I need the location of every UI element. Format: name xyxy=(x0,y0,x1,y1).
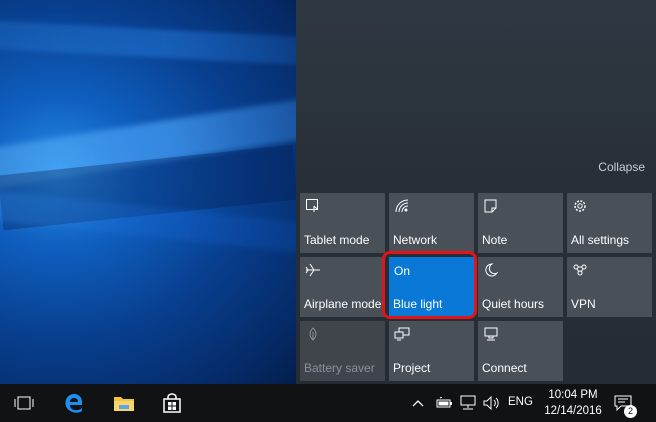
store-icon[interactable] xyxy=(152,384,192,422)
edge-icon[interactable] xyxy=(54,384,94,422)
collapse-link[interactable]: Collapse xyxy=(598,160,645,174)
network-tray-icon[interactable] xyxy=(458,384,478,422)
tile-label: All settings xyxy=(571,233,630,247)
tile-project[interactable]: Project xyxy=(389,321,474,381)
desktop-wallpaper xyxy=(0,0,296,384)
tile-vpn[interactable]: VPN xyxy=(567,257,652,317)
tile-label: Quiet hours xyxy=(482,297,545,311)
tile-connect[interactable]: Connect xyxy=(478,321,563,381)
task-view-icon[interactable] xyxy=(4,384,44,422)
taskbar: ENG 10:04 PM 12/14/2016 2 xyxy=(0,384,656,422)
clock[interactable]: 10:04 PM 12/14/2016 xyxy=(538,387,608,419)
tile-state: On xyxy=(394,264,411,278)
tile-tablet-mode[interactable]: Tablet mode xyxy=(300,193,385,253)
tile-label: Tablet mode xyxy=(304,233,370,247)
connect-icon xyxy=(484,327,498,341)
gear-icon xyxy=(574,200,586,212)
airplane-icon xyxy=(305,263,320,277)
tile-label: Airplane mode xyxy=(304,297,382,311)
tile-label: Network xyxy=(393,233,438,247)
notification-count-badge: 2 xyxy=(624,405,637,418)
moon-icon xyxy=(485,263,499,277)
tile-label: Note xyxy=(482,233,508,247)
clock-date: 12/14/2016 xyxy=(544,405,602,417)
tile-blue-light[interactable]: On Blue light xyxy=(389,257,474,317)
tablet-mode-icon xyxy=(306,199,318,212)
network-icon xyxy=(395,199,409,213)
volume-icon[interactable] xyxy=(482,384,502,422)
tile-label: Connect xyxy=(482,361,527,375)
tile-network[interactable]: Network xyxy=(389,193,474,253)
battery-icon[interactable] xyxy=(434,384,456,422)
clock-time: 10:04 PM xyxy=(548,389,598,401)
file-explorer-icon[interactable] xyxy=(104,384,144,422)
language-indicator[interactable]: ENG xyxy=(508,396,533,408)
tile-label: Battery saver xyxy=(304,361,375,375)
note-icon xyxy=(484,199,497,213)
tile-battery-saver: Battery saver xyxy=(300,321,385,381)
tile-all-settings[interactable]: All settings xyxy=(567,193,652,253)
tile-airplane-mode[interactable]: Airplane mode xyxy=(300,257,385,317)
tile-quiet-hours[interactable]: Quiet hours xyxy=(478,257,563,317)
project-icon xyxy=(394,327,410,341)
battery-saver-icon xyxy=(309,327,317,341)
vpn-icon xyxy=(573,264,587,276)
tile-note[interactable]: Note xyxy=(478,193,563,253)
tile-label: Blue light xyxy=(393,297,443,311)
tile-label: Project xyxy=(393,361,431,375)
chevron-up-icon[interactable] xyxy=(410,384,426,422)
tile-label: VPN xyxy=(571,297,596,311)
